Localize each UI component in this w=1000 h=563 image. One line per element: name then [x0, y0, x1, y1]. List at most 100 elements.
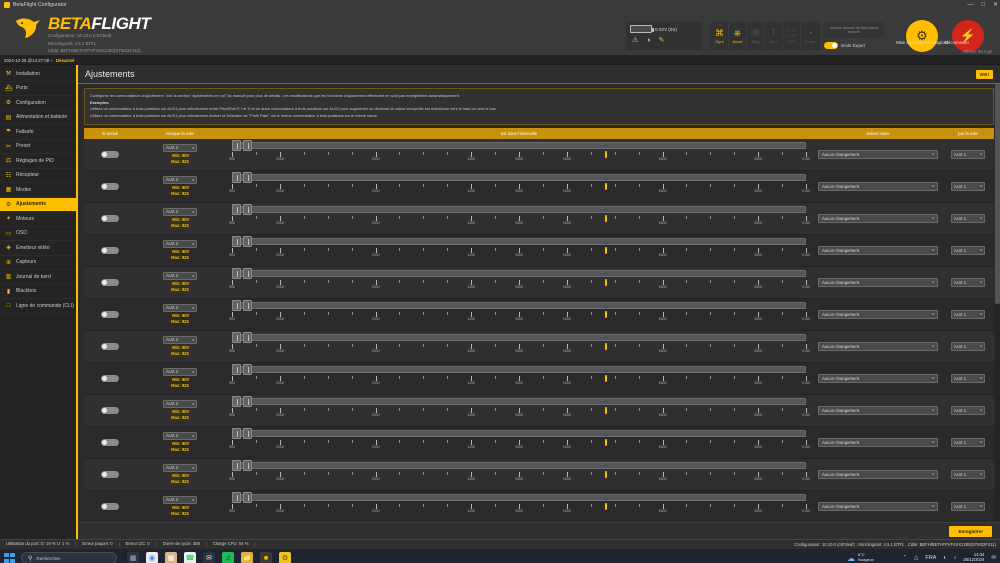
maximize-icon[interactable]: □: [981, 2, 985, 8]
show-log-link[interactable]: Afficher les logs: [963, 49, 992, 54]
save-button[interactable]: Enregistrer: [949, 525, 992, 537]
expert-mode-toggle[interactable]: [824, 42, 838, 49]
range-handle-max[interactable]: [243, 428, 252, 440]
firmware-flasher-button[interactable]: ⚙: [906, 20, 938, 52]
enable-toggle[interactable]: [101, 246, 119, 254]
via-channel-select[interactable]: AUX 1 ▾: [951, 405, 985, 415]
range-track[interactable]: [232, 334, 806, 342]
range-track[interactable]: [232, 206, 806, 214]
sidebar-item-pid-tuning[interactable]: ⚖ Réglages de PID: [0, 154, 76, 169]
range-handle-min[interactable]: [232, 428, 241, 440]
action-select[interactable]: Aucun changement ▾: [818, 501, 938, 511]
wiki-button[interactable]: WIKI: [975, 69, 993, 79]
range-handle-max[interactable]: [243, 172, 252, 184]
tray-onedrive-icon[interactable]: △: [914, 555, 918, 561]
action-select[interactable]: Aucun changement ▾: [818, 309, 938, 319]
tray-expand-icon[interactable]: ⌃: [903, 555, 908, 561]
via-channel-select[interactable]: AUX 1 ▾: [951, 469, 985, 479]
channel-select[interactable]: AUX 1 ▾: [163, 144, 197, 153]
sidebar-item-installation[interactable]: ⚒ Installation: [0, 67, 76, 82]
action-select[interactable]: Aucun changement ▾: [818, 245, 938, 255]
range-track[interactable]: [232, 494, 806, 502]
notifications-icon[interactable]: ✉: [991, 555, 996, 561]
range-handle-max[interactable]: [243, 332, 252, 344]
sidebar-item-failsafe[interactable]: ☂ Failsafe: [0, 125, 76, 140]
whatsapp-icon[interactable]: ☎: [184, 552, 196, 563]
action-select[interactable]: Aucun changement ▾: [818, 373, 938, 383]
enable-toggle[interactable]: [101, 342, 119, 350]
range-handle-max[interactable]: [243, 268, 252, 280]
range-handle-min[interactable]: [232, 332, 241, 344]
via-channel-select[interactable]: AUX 1 ▾: [951, 309, 985, 319]
taskview-icon[interactable]: ▦: [127, 552, 139, 563]
enable-toggle[interactable]: [101, 406, 119, 414]
range-track[interactable]: [232, 238, 806, 246]
via-channel-select[interactable]: AUX 1 ▾: [951, 277, 985, 287]
range-handle-min[interactable]: [232, 236, 241, 248]
range-track[interactable]: [232, 366, 806, 374]
chrome-icon[interactable]: ◉: [146, 552, 158, 563]
via-channel-select[interactable]: AUX 1 ▾: [951, 373, 985, 383]
action-select[interactable]: Aucun changement ▾: [818, 149, 938, 159]
range-track[interactable]: [232, 270, 806, 278]
store-icon[interactable]: ▦: [165, 552, 177, 563]
tray-network-icon[interactable]: ◐: [943, 555, 946, 561]
action-select[interactable]: Aucun changement ▾: [818, 405, 938, 415]
range-handle-max[interactable]: [243, 140, 252, 152]
range-handle-max[interactable]: [243, 236, 252, 248]
sidebar-item-osd[interactable]: ▭ OSD: [0, 227, 76, 241]
range-handle-min[interactable]: [232, 268, 241, 280]
expert-mode-row[interactable]: Mode Expert: [824, 42, 884, 49]
range-handle-max[interactable]: [243, 460, 252, 472]
taskbar-search-input[interactable]: ⚲ Rechercher: [21, 552, 117, 563]
action-select[interactable]: Aucun changement ▾: [818, 213, 938, 223]
sidebar-item-blackbox[interactable]: ▮ Blackbox: [0, 285, 76, 299]
sidebar-item-motors[interactable]: ✶ Moteurs: [0, 212, 76, 227]
via-channel-select[interactable]: AUX 1 ▾: [951, 245, 985, 255]
action-select[interactable]: Aucun changement ▾: [818, 341, 938, 351]
channel-select[interactable]: AUX 1 ▾: [163, 432, 197, 441]
channel-select[interactable]: AUX 1 ▾: [163, 240, 197, 249]
range-handle-max[interactable]: [243, 300, 252, 312]
action-select[interactable]: Aucun changement ▾: [818, 469, 938, 479]
spotify-icon[interactable]: ♫: [222, 552, 234, 563]
enable-toggle[interactable]: [101, 214, 119, 222]
enable-toggle[interactable]: [101, 470, 119, 478]
enable-toggle[interactable]: [101, 438, 119, 446]
channel-select[interactable]: AUX 1 ▾: [163, 272, 197, 281]
tray-language-indicator[interactable]: FRA: [925, 555, 936, 561]
close-icon[interactable]: ✕: [993, 2, 998, 8]
tray-volume-icon[interactable]: ♪: [954, 555, 957, 561]
via-channel-select[interactable]: AUX 1 ▾: [951, 341, 985, 351]
range-handle-min[interactable]: [232, 204, 241, 216]
range-track[interactable]: [232, 398, 806, 406]
action-select[interactable]: Aucun changement ▾: [818, 277, 938, 287]
sidebar-item-logging[interactable]: ▥ Journal de bord: [0, 270, 76, 285]
channel-select[interactable]: AUX 1 ▾: [163, 368, 197, 377]
range-handle-max[interactable]: [243, 364, 252, 376]
betaflight-taskbar-icon[interactable]: ■: [260, 552, 272, 563]
channel-select[interactable]: AUX 1 ▾: [163, 336, 197, 345]
range-handle-min[interactable]: [232, 364, 241, 376]
action-select[interactable]: Aucun changement ▾: [818, 437, 938, 447]
minimize-icon[interactable]: —: [967, 2, 973, 8]
sidebar-item-ports[interactable]: ⛴ Ports: [0, 82, 76, 96]
via-channel-select[interactable]: AUX 1 ▾: [951, 501, 985, 511]
weather-widget[interactable]: ☁ 8°C Nuageux: [847, 552, 874, 563]
channel-select[interactable]: AUX 1 ▾: [163, 176, 197, 185]
range-handle-max[interactable]: [243, 396, 252, 408]
range-track[interactable]: [232, 142, 806, 150]
range-track[interactable]: [232, 174, 806, 182]
range-handle-min[interactable]: [232, 140, 241, 152]
range-handle-min[interactable]: [232, 460, 241, 472]
range-handle-max[interactable]: [243, 492, 252, 504]
mail-icon[interactable]: ✉: [203, 552, 215, 563]
via-channel-select[interactable]: AUX 1 ▾: [951, 181, 985, 191]
action-select[interactable]: Aucun changement ▾: [818, 181, 938, 191]
sidebar-item-video-transmitter[interactable]: ◈ Émetteur vidéo: [0, 241, 76, 256]
folder-icon[interactable]: 📁: [241, 552, 253, 563]
range-track[interactable]: [232, 430, 806, 438]
scrollbar-thumb[interactable]: [995, 84, 1000, 304]
sidebar-item-ajustements[interactable]: ⚙ Ajustements: [0, 197, 76, 212]
sidebar-item-preset[interactable]: ✂ Preset: [0, 140, 76, 154]
